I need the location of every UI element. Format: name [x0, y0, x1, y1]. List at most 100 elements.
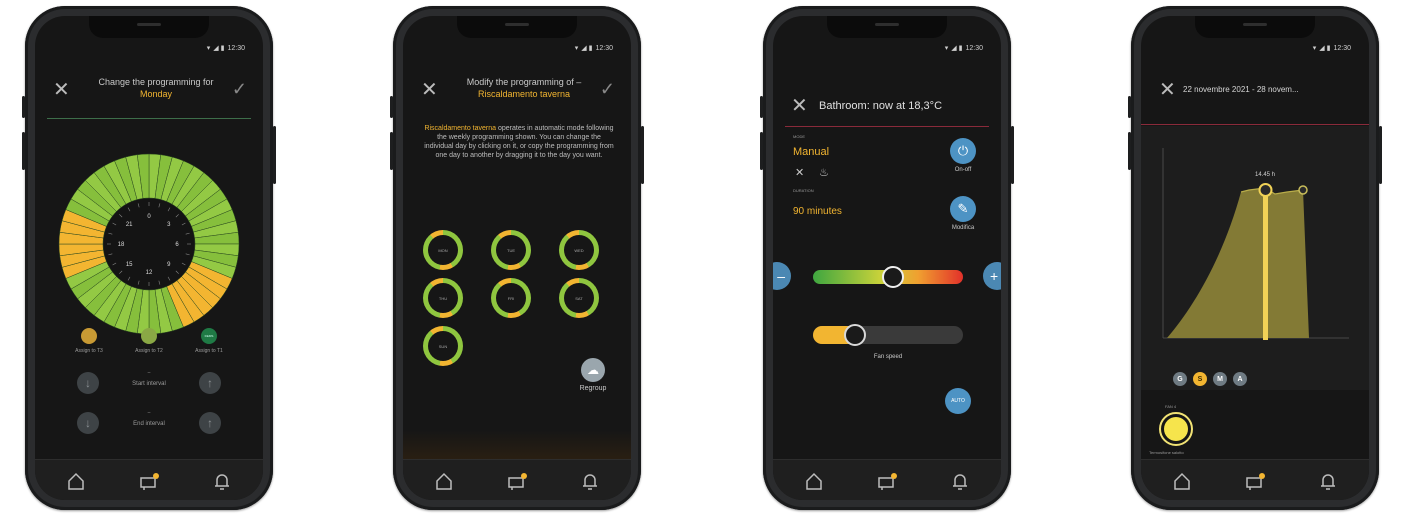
period-g[interactable]: G [1173, 372, 1187, 386]
signal-icon: ◢ [1319, 45, 1324, 52]
wifi-icon: ▾ [574, 45, 579, 52]
rooms-icon[interactable] [506, 470, 528, 492]
bottom-nav [773, 459, 1001, 500]
day-label: FRI [496, 283, 526, 313]
day-label: MON [428, 235, 458, 265]
home-icon[interactable] [433, 470, 455, 492]
pencil-icon: ✎ [950, 196, 976, 222]
power-button [1379, 126, 1382, 184]
modify-button[interactable]: ✎ Modifica [941, 196, 985, 231]
onoff-button[interactable]: ⏻ On-off [941, 138, 985, 173]
page-title: Modify the programming of – Riscaldament… [466, 77, 582, 99]
notch [1195, 16, 1315, 38]
day-label: SAT [564, 283, 594, 313]
drop-icon: ♨ [819, 167, 829, 179]
period-a[interactable]: A [1233, 372, 1247, 386]
end-point [1298, 185, 1308, 195]
home-icon[interactable] [65, 470, 87, 492]
volume-button [22, 96, 25, 118]
header-divider [1141, 124, 1369, 125]
device-button[interactable] [1159, 412, 1193, 446]
close-icon[interactable]: ✕ [421, 80, 438, 100]
end-down-button[interactable]: ↓ [77, 412, 99, 434]
modify-label: Modifica [951, 225, 975, 231]
plus-button[interactable]: + [983, 262, 1001, 290]
minus-button[interactable]: – [773, 262, 791, 290]
volume-button [1128, 96, 1131, 118]
rooms-icon[interactable] [138, 470, 160, 492]
home-icon[interactable] [1171, 470, 1193, 492]
day-ring-mon[interactable]: MON [423, 230, 463, 270]
page-title: Change the programming for Monday [98, 77, 214, 99]
time-cursor[interactable] [1263, 190, 1268, 340]
home-icon[interactable] [803, 470, 825, 492]
signal-icon: ◢ [581, 45, 586, 52]
fan-speed-knob[interactable] [844, 324, 866, 346]
legend-t1[interactable]: DEMS Assign to T1 [187, 328, 231, 354]
volume-button [390, 96, 393, 118]
legend-t3-dot [81, 328, 97, 344]
bell-icon[interactable] [949, 470, 971, 492]
period-m[interactable]: M [1213, 372, 1227, 386]
day-ring-tue[interactable]: TUE [491, 230, 531, 270]
day-ring-sun[interactable]: SUN [423, 326, 463, 366]
wifi-icon: ▾ [206, 45, 211, 52]
onoff-label: On-off [954, 167, 972, 173]
confirm-icon[interactable]: ✓ [232, 80, 247, 98]
mode-caption: MODE [793, 134, 805, 139]
battery-icon: ▮ [1326, 45, 1331, 52]
day-ring-fri[interactable]: FRI [491, 278, 531, 318]
clock-time: 12:30 [595, 44, 613, 52]
clock-time: 12:30 [965, 44, 983, 52]
mode-value[interactable]: Manual [793, 146, 829, 158]
legend-t1-dot: DEMS [201, 328, 217, 344]
cursor-handle[interactable] [1258, 183, 1273, 197]
period-s[interactable]: S [1193, 372, 1207, 386]
day-ring-wed[interactable]: WED [559, 230, 599, 270]
status-bar: ▾ ◢ ▮ 12:30 [945, 44, 983, 53]
bell-icon[interactable] [211, 470, 233, 492]
header-divider [785, 126, 989, 127]
power-button [1011, 126, 1014, 184]
start-interval: – Start interval [132, 370, 166, 387]
legend-t2[interactable]: Assign to T2 [127, 328, 171, 354]
screen: ▾ ◢ ▮ 12:30 ✕ Modify the programming of … [403, 16, 631, 500]
end-interval: – End interval [133, 410, 165, 427]
temperature-slider-knob[interactable] [881, 266, 904, 288]
legend-t3[interactable]: Assign to T3 [67, 328, 111, 354]
start-up-button[interactable]: ↑ [199, 372, 221, 394]
power-icon: ⏻ [950, 138, 976, 164]
fan-speed-label: Fan speed [873, 354, 903, 360]
end-up-button[interactable]: ↑ [199, 412, 221, 434]
clock-number: 15 [126, 262, 133, 268]
phone-3: ▾ ◢ ▮ 12:30 ✕ Bathroom: now at 18,3°C MO… [760, 6, 1014, 510]
screen: ▾ ◢ ▮ 12:30 ✕ Bathroom: now at 18,3°C MO… [773, 16, 1001, 500]
close-icon[interactable]: ✕ [1159, 80, 1176, 100]
notch [827, 16, 947, 38]
bell-icon[interactable] [1317, 470, 1339, 492]
day-ring-thu[interactable]: THU [423, 278, 463, 318]
duration-value[interactable]: 90 minutes [793, 206, 842, 217]
power-button [273, 126, 276, 184]
consumption-chart[interactable]: 14.45 h [1153, 138, 1357, 348]
status-bar: ▾ ◢ ▮ 12:30 [1312, 44, 1351, 53]
fan-speed-slider[interactable] [813, 326, 963, 344]
auto-button[interactable]: AUTO [945, 388, 971, 414]
regroup-button[interactable]: ☁ Regroup [571, 358, 615, 392]
start-down-button[interactable]: ↓ [77, 372, 99, 394]
close-icon[interactable]: ✕ [53, 80, 70, 100]
legend-t3-label: Assign to T3 [75, 348, 103, 354]
header-divider [47, 118, 251, 119]
signal-icon: ◢ [951, 45, 956, 52]
close-icon[interactable]: ✕ [791, 96, 808, 116]
phone-4: ▾ ◢ ▮ 12:30 ✕ 22 novembre 2021 - 28 nove… [1128, 6, 1382, 510]
day-schedule-wheel[interactable]: 036912151821 [57, 152, 241, 336]
day-ring-sat[interactable]: SAT [559, 278, 599, 318]
confirm-icon[interactable]: ✓ [600, 80, 615, 98]
bell-icon[interactable] [579, 470, 601, 492]
wifi-icon: ▾ [1312, 45, 1317, 52]
rooms-icon[interactable] [876, 470, 898, 492]
rooms-icon[interactable] [1244, 470, 1266, 492]
status-bar: ▾ ◢ ▮ 12:30 [206, 44, 245, 53]
status-bar: ▾ ◢ ▮ 12:30 [574, 44, 613, 53]
